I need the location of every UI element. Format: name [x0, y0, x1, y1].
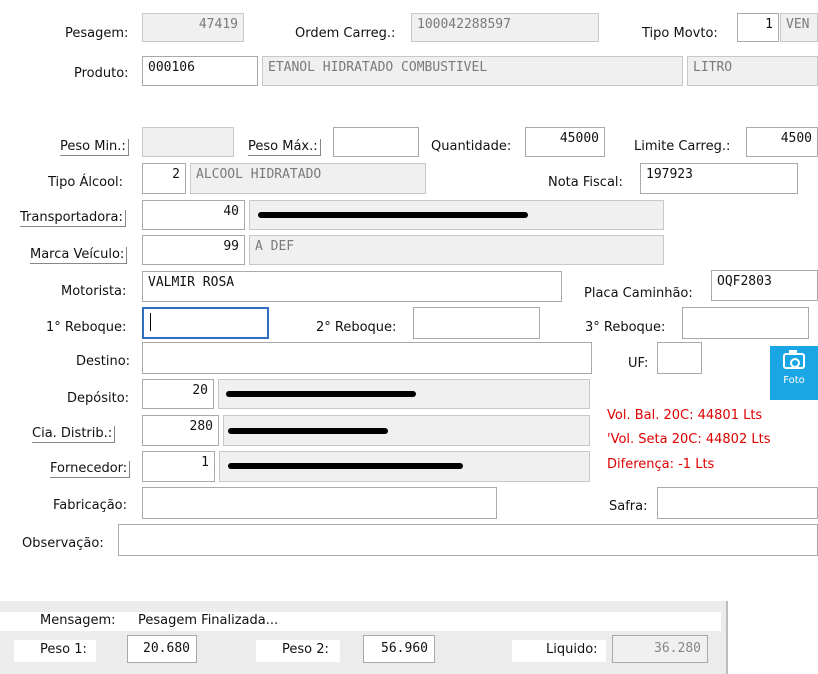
motorista-field[interactable]: VALMIR ROSA [142, 271, 562, 302]
tipo-movto-desc-field: VEN [780, 13, 818, 42]
tipo-alcool-desc-field: ALCOOL HIDRATADO [190, 163, 426, 194]
produto-desc-field: ETANOL HIDRATADO COMBUSTIVEL [262, 56, 683, 86]
fornecedor-code-field[interactable]: 1 [142, 451, 215, 482]
peso1-label: Peso 1: [14, 640, 96, 662]
safra-field[interactable] [657, 487, 818, 519]
produto-unit-field: LITRO [687, 56, 818, 86]
mensagem-label: Mensagem: [40, 613, 116, 628]
produto-code-field[interactable]: 000106 [142, 56, 258, 86]
cia-redaction [228, 428, 388, 434]
marca-label: Marca Veículo: [30, 247, 128, 264]
deposito-label: Depósito: [67, 391, 130, 406]
fabricacao-field[interactable] [142, 487, 497, 519]
nota-fiscal-field[interactable]: 197923 [640, 163, 798, 194]
reboque2-label: 2° Reboque: [316, 320, 397, 335]
limite-label: Limite Carreg.: [634, 139, 731, 154]
ordem-label: Ordem Carreg.: [295, 26, 396, 41]
pesagem-field[interactable]: 47419 [142, 13, 244, 42]
cia-label: Cia. Distrib.: [32, 426, 116, 443]
peso-min-label: Peso Min.: [60, 139, 129, 156]
tipo-alcool-code-field[interactable]: 2 [142, 163, 186, 194]
peso2-label: Peso 2: [256, 640, 340, 662]
reboque3-label: 3° Reboque: [585, 320, 666, 335]
tipo-alcool-label: Tipo Álcool: [48, 175, 124, 190]
deposito-code-field[interactable]: 20 [142, 379, 214, 409]
destino-field[interactable] [142, 342, 592, 374]
reboque1-label: 1° Reboque: [46, 320, 127, 335]
cia-code-field[interactable]: 280 [142, 415, 219, 446]
fabricacao-label: Fabricação: [53, 498, 128, 513]
motorista-label: Motorista: [61, 284, 127, 299]
ordem-field[interactable]: 100042288597 [411, 13, 599, 42]
vol-bal-text: Vol. Bal. 20C: 44801 Lts [607, 408, 763, 423]
camera-icon [783, 350, 805, 369]
peso-max-field[interactable] [333, 127, 419, 157]
marca-code-field[interactable]: 99 [142, 235, 245, 265]
placa-label: Placa Caminhão: [584, 286, 693, 301]
quantidade-label: Quantidade: [431, 139, 512, 154]
transportadora-redaction [258, 212, 528, 218]
deposito-redaction [226, 391, 416, 397]
reboque2-field[interactable] [413, 307, 540, 339]
pesagem-label: Pesagem: [65, 26, 129, 41]
limite-field[interactable]: 4500 [746, 127, 818, 157]
reboque3-field[interactable] [682, 307, 809, 339]
tipo-movto-code-field[interactable]: 1 [737, 13, 779, 42]
text-cursor [150, 313, 151, 331]
transportadora-code-field[interactable]: 40 [142, 200, 245, 230]
peso1-field[interactable]: 20.680 [127, 635, 197, 663]
foto-button[interactable]: Foto [770, 346, 818, 400]
peso-max-label: Peso Máx.: [248, 139, 321, 156]
safra-label: Safra: [609, 499, 648, 514]
liquido-field: 36.280 [612, 635, 708, 663]
diferenca-text: Diferença: -1 Lts [607, 457, 715, 472]
observacao-field[interactable] [118, 524, 818, 556]
nota-fiscal-label: Nota Fiscal: [548, 175, 623, 190]
marca-desc-field: A DEF [249, 235, 664, 265]
uf-field[interactable] [657, 342, 702, 374]
fornecedor-redaction [228, 463, 463, 469]
vol-seta-text: 'Vol. Seta 20C: 44802 Lts [607, 432, 771, 447]
quantidade-field[interactable]: 45000 [525, 127, 605, 157]
uf-label: UF: [628, 356, 649, 371]
fornecedor-label: Fornecedor: [50, 461, 131, 478]
placa-field[interactable]: OQF2803 [711, 270, 818, 301]
mensagem-text: Pesagem Finalizada... [138, 613, 279, 628]
peso-min-field[interactable] [142, 127, 234, 157]
foto-label: Foto [783, 375, 805, 386]
observacao-label: Observação: [22, 536, 104, 551]
destino-label: Destino: [76, 354, 131, 369]
peso2-field[interactable]: 56.960 [363, 635, 435, 663]
transportadora-label: Transportadora: [20, 210, 126, 227]
liquido-label: Liquido: [512, 640, 606, 662]
produto-label: Produto: [74, 66, 129, 81]
reboque1-field[interactable] [142, 307, 269, 339]
tipo-movto-label: Tipo Movto: [642, 26, 718, 41]
